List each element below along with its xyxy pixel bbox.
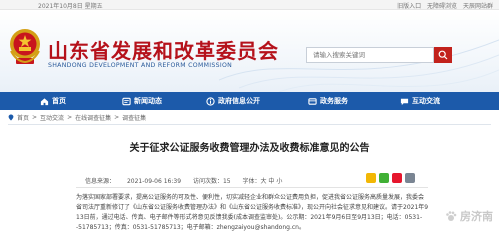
nav-interaction-label: 互动交流 — [412, 97, 440, 105]
nav-info-public[interactable]: 政府信息公开 — [206, 92, 260, 110]
print-icon[interactable] — [405, 173, 415, 183]
meta-source: 信息来源： — [85, 178, 116, 185]
article-meta: 信息来源： 2021-09-06 16:39 访问次数：15 字体：大 中 小 — [85, 176, 292, 185]
meta-divider — [76, 187, 428, 188]
search-icon — [438, 50, 448, 60]
breadcrumb-home[interactable]: 首页 — [17, 113, 29, 122]
breadcrumb-current[interactable]: 调查征集 — [122, 113, 146, 122]
service-icon — [308, 97, 317, 105]
site-title: 山东省发展和改革委员会 — [48, 39, 279, 63]
nav-service[interactable]: 政务服务 — [308, 92, 348, 110]
body-line: 13日前，通过电话、传真、电子邮件等形式将意见反馈我委(成本调查监审处)。公示期… — [76, 214, 423, 221]
news-icon — [122, 97, 131, 105]
nav-home-label: 首页 — [52, 97, 66, 105]
main-nav: 首页 新闻动态 政府信息公开 政务服务 互动交流 — [0, 92, 499, 110]
search-button[interactable] — [434, 47, 452, 63]
home-icon — [40, 97, 49, 105]
nav-interaction[interactable]: 互动交流 — [400, 92, 440, 110]
breadcrumb-separator: > — [67, 114, 73, 121]
national-emblem-icon — [10, 29, 40, 64]
body-line: 省司法厅重新修订了《山东省公证服务收费管理办法》和《山东省公证服务收费标准》，现… — [76, 204, 428, 211]
weibo-share-icon[interactable] — [392, 173, 402, 183]
accessibility-link[interactable]: 无障碍浏览 — [427, 3, 457, 10]
site-subtitle: SHANDONG DEVELOPMENT AND REFORM COMMISSI… — [48, 62, 233, 69]
article-body: 为落实国家部署要求，提高公证服务的可及性、便利性，切实减轻企业和群众公证费用负担… — [76, 193, 428, 233]
qzone-share-icon[interactable] — [366, 173, 376, 183]
meta-date: 2021-09-06 16:39 — [126, 178, 182, 185]
body-line: -51785713；传真：0531-51785713；电子邮箱：zhengzai… — [76, 224, 305, 231]
breadcrumb: 首页 > 互动交流 > 在线调查征集 > 调查征集 — [8, 113, 146, 122]
current-date: 2021年10月8日 星期五 — [38, 3, 103, 10]
top-bar: 2021年10月8日 星期五 旧版入口 无障碍浏览 天辰网站群 — [0, 0, 499, 10]
watermark-text: 房济南 — [460, 210, 493, 223]
nav-info-public-label: 政府信息公开 — [218, 97, 260, 105]
share-bar — [366, 173, 415, 183]
meta-font-size[interactable]: 字体：大 中 小 — [243, 178, 283, 185]
breadcrumb-separator: > — [32, 114, 38, 121]
nav-home[interactable]: 首页 — [40, 92, 66, 110]
article-title: 关于征求公证服务收费管理办法及收费标准意见的公告 — [129, 143, 370, 154]
nav-news[interactable]: 新闻动态 — [122, 92, 162, 110]
content-divider — [8, 124, 491, 125]
top-links: 旧版入口 无障碍浏览 天辰网站群 — [393, 1, 493, 10]
body-line: 为落实国家部署要求，提高公证服务的可及性、便利性，切实减轻企业和群众公证费用负担… — [76, 194, 425, 201]
old-version-link[interactable]: 旧版入口 — [397, 3, 421, 10]
nav-service-label: 政务服务 — [320, 97, 348, 105]
location-icon — [8, 114, 14, 121]
watermark: 房济南 — [445, 208, 493, 224]
site-group-link[interactable]: 天辰网站群 — [463, 3, 493, 10]
breadcrumb-survey[interactable]: 在线调查征集 — [75, 113, 111, 122]
site-header: 山东省发展和改革委员会 SHANDONG DEVELOPMENT AND REF… — [0, 10, 499, 92]
chat-icon — [400, 98, 409, 105]
paw-icon — [446, 211, 457, 221]
info-icon — [206, 96, 215, 106]
breadcrumb-interaction[interactable]: 互动交流 — [40, 113, 64, 122]
nav-news-label: 新闻动态 — [134, 97, 162, 105]
search-input[interactable] — [306, 47, 434, 63]
meta-views: 访问次数：15 — [192, 178, 231, 185]
wechat-share-icon[interactable] — [379, 173, 389, 183]
breadcrumb-separator: > — [114, 114, 120, 121]
